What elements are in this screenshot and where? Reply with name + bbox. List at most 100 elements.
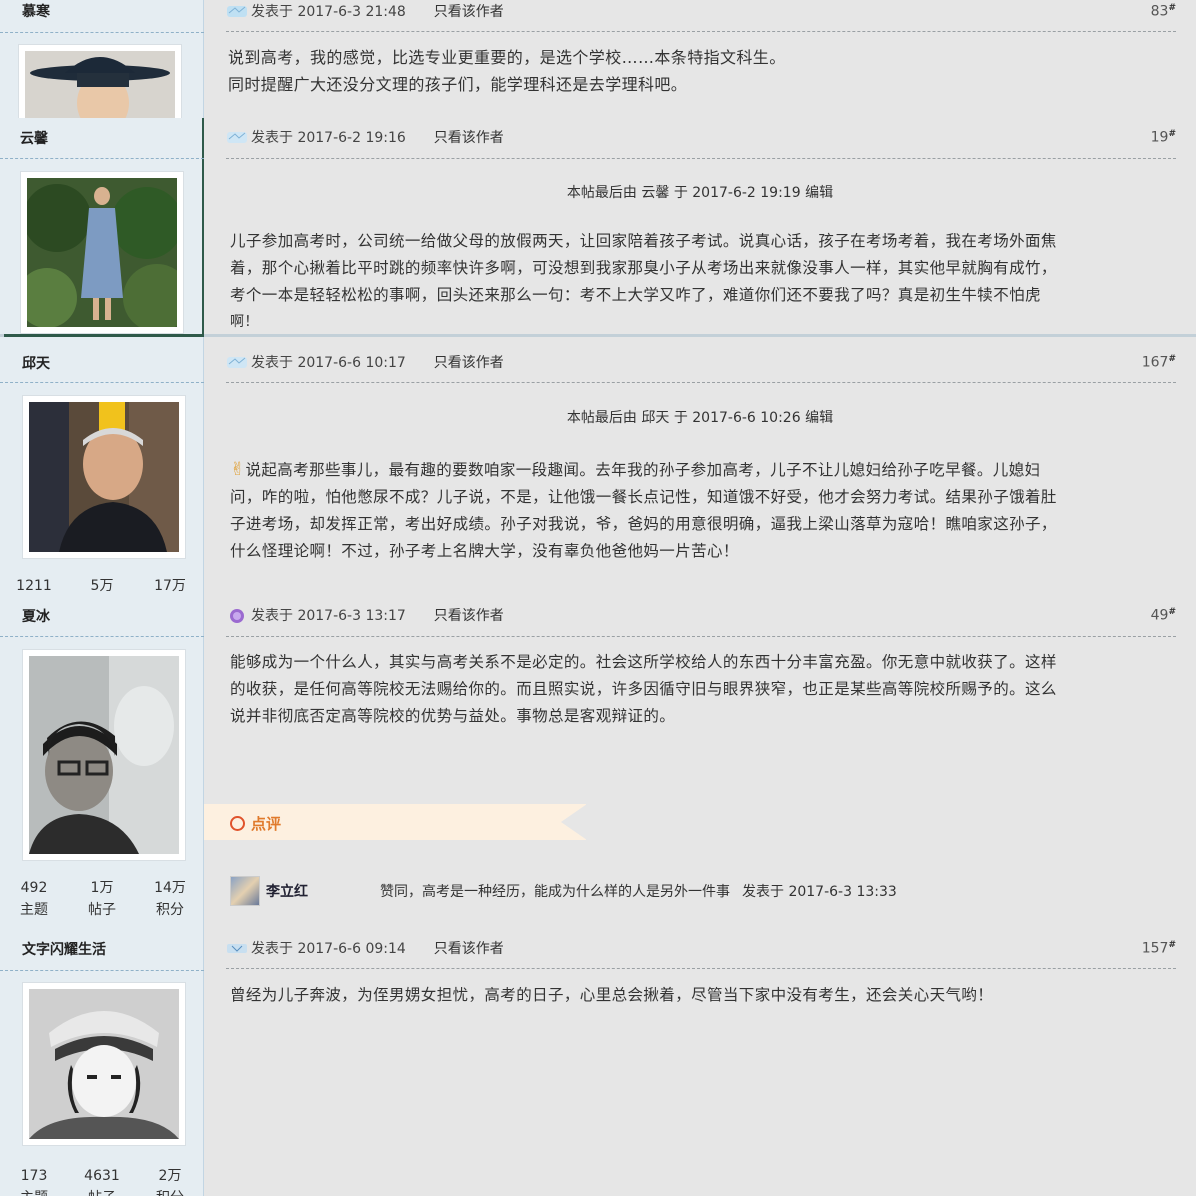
- stat-points[interactable]: 17万: [136, 575, 204, 597]
- divider: [226, 968, 1176, 969]
- ring-icon: [230, 816, 245, 831]
- post-body: 能够成为一个什么人，其实与高考关系不是必定的。社会这所学校给人的东西十分丰富充盈…: [230, 649, 1168, 730]
- avatar[interactable]: [20, 171, 184, 334]
- comment-date: 发表于 2017-6-3 13:33: [742, 884, 897, 900]
- post-content: 发表于 2017-6-3 21:48 只看该作者 83# 说到高考，我的感觉，比…: [204, 0, 1196, 118]
- username[interactable]: 夏冰: [22, 606, 50, 626]
- stat-label: 积分: [136, 1187, 204, 1196]
- divider: [0, 382, 204, 383]
- user-sidebar: 邱天 1211 5万 17万: [0, 337, 204, 597]
- comment-section: 点评 李立红 赞同，高考是一种经历，能成为什么样的人是另外一件事 发表于 201…: [204, 804, 1196, 924]
- post-body: 儿子参加高考时，公司统一给做父母的放假两天，让回家陪着孩子考试。说真心话，孩子在…: [230, 228, 1168, 334]
- avatar[interactable]: [22, 982, 186, 1146]
- avatar[interactable]: [22, 649, 186, 861]
- edited-notice: 本帖最后由 邱天 于 2017-6-6 10:26 编辑: [566, 410, 834, 426]
- avatar-photo: [29, 656, 179, 854]
- post-line: 儿子参加高考时，公司统一给做父母的放假两天，让回家陪着孩子考试。说真心话，孩子在…: [230, 232, 1057, 250]
- divider: [226, 31, 1176, 32]
- comment-text: 赞同，高考是一种经历，能成为什么样的人是另外一件事: [380, 884, 730, 900]
- stat-threads[interactable]: 1211: [0, 575, 68, 597]
- stat-points[interactable]: 2万积分: [136, 1165, 204, 1196]
- stat-label: 帖子: [88, 902, 116, 918]
- post-line: 考个一本是轻轻松松的事啊，回头还来那么一句：考不上大学又咋了，难道你们还不要我了…: [230, 286, 1041, 304]
- avatar[interactable]: [18, 44, 182, 118]
- post-date: 发表于 2017-6-6 09:14: [251, 941, 406, 957]
- post-2: 云馨 发表于 2017-6-2 19:16 只看该作者 19# 本帖最后由 云馨…: [0, 118, 1196, 334]
- post-content: 发表于 2017-6-6 09:14 只看该作者 157# 曾经为儿子奔波，为侄…: [204, 930, 1196, 1196]
- floor-number[interactable]: 167#: [1142, 354, 1176, 371]
- floor-number[interactable]: 49#: [1151, 607, 1176, 624]
- post-line: 子进考场，却发挥正常，考出好成绩。孙子对我说，爷，爸妈的用意很明确，逼我上梁山落…: [230, 515, 1057, 533]
- post-line: 什么怪理论啊！不过，孙子考上名牌大学，没有辜负他爸他妈一片苦心！: [230, 542, 739, 560]
- stat-label: 积分: [156, 902, 184, 918]
- post-line: 能够成为一个什么人，其实与高考关系不是必定的。社会这所学校给人的东西十分丰富充盈…: [230, 653, 1057, 671]
- username[interactable]: 文字闪耀生活: [22, 939, 106, 959]
- post-header: 发表于 2017-6-6 09:14 只看该作者 157#: [226, 936, 1176, 960]
- floor-number[interactable]: 83#: [1151, 3, 1176, 20]
- author-only-link[interactable]: 只看该作者: [434, 605, 504, 625]
- online-status-icon: [227, 944, 247, 953]
- post-line: 啊！: [230, 314, 259, 330]
- username[interactable]: 邱天: [22, 353, 50, 373]
- post-line: 问，咋的啦，怕他憋尿不成？儿子说，不是，让他饿一餐长点记性，知道饿不好受，他才会…: [230, 488, 1057, 506]
- divider: [226, 636, 1176, 637]
- divider: [226, 158, 1176, 159]
- divider: [0, 970, 204, 971]
- author-only-link[interactable]: 只看该作者: [434, 938, 504, 958]
- user-stats: 1211 5万 17万: [0, 575, 204, 597]
- author-only-link[interactable]: 只看该作者: [434, 1, 504, 21]
- post-content: 发表于 2017-6-2 19:16 只看该作者 19# 本帖最后由 云馨 于 …: [204, 118, 1196, 334]
- username[interactable]: 慕寒: [22, 1, 50, 21]
- user-sidebar: 云馨: [0, 118, 204, 334]
- user-stats: 173主题 4631帖子 2万积分: [0, 1165, 204, 1196]
- post-header: 发表于 2017-6-2 19:16 只看该作者 19#: [226, 125, 1176, 149]
- stat-posts[interactable]: 1万 帖子: [68, 877, 136, 921]
- post-3: 邱天 1211 5万 17万 发表于 2017-6-6 10:17 只看该作者 …: [0, 337, 1196, 597]
- post-line: 同时提醒广大还没分文理的孩子们，能学理科还是去学理科吧。: [228, 75, 688, 94]
- author-only-link[interactable]: 只看该作者: [434, 127, 504, 147]
- post-header: 发表于 2017-6-3 13:17 只看该作者 49#: [226, 603, 1176, 627]
- medal-icon: [230, 609, 244, 623]
- stat-posts[interactable]: 4631帖子: [68, 1165, 136, 1196]
- stat-threads[interactable]: 492 主题: [0, 877, 68, 921]
- edited-notice: 本帖最后由 云馨 于 2017-6-2 19:19 编辑: [566, 185, 834, 201]
- author-only-link[interactable]: 只看该作者: [434, 352, 504, 372]
- stat-threads[interactable]: 173主题: [0, 1165, 68, 1196]
- post-date: 发表于 2017-6-3 21:48: [251, 4, 406, 20]
- post-header: 发表于 2017-6-3 21:48 只看该作者 83#: [226, 0, 1176, 23]
- divider: [0, 158, 204, 159]
- stat-posts[interactable]: 5万: [68, 575, 136, 597]
- avatar-photo: [27, 178, 177, 327]
- username[interactable]: 云馨: [20, 128, 48, 148]
- post-date: 发表于 2017-6-3 13:17: [251, 608, 406, 624]
- floor-number[interactable]: 19#: [1151, 129, 1176, 146]
- avatar[interactable]: [22, 395, 186, 559]
- user-sidebar: 慕寒: [0, 0, 204, 118]
- post-date: 发表于 2017-6-2 19:16: [251, 130, 406, 146]
- post-header: 发表于 2017-6-6 10:17 只看该作者 167#: [226, 350, 1176, 374]
- post-line: ✌说起高考那些事儿，最有趣的要数咱家一段趣闻。去年我的孙子参加高考，儿子不让儿媳…: [230, 459, 1041, 480]
- post-4: 夏冰 492 主题 1万 帖子 14万 积分 发表于 2017-6-3 13:1…: [0, 597, 1196, 930]
- commenter-avatar[interactable]: [230, 876, 260, 906]
- post-line: 的收获，是任何高等院校无法赐给你的。而且照实说，许多因循守旧与眼界狭窄，也正是某…: [230, 680, 1057, 698]
- post-line: 说到高考，我的感觉，比选专业更重要的，是选个学校……本条特指文科生。: [228, 48, 786, 67]
- post-1: 慕寒 发表于 2017-6-3 21:48 只看该作者 83# 说到高考，我的感…: [0, 0, 1196, 118]
- user-sidebar: 夏冰 492 主题 1万 帖子 14万 积分: [0, 597, 204, 930]
- post-body: 曾经为儿子奔波，为侄男娚女担忧，高考的日子，心里总会揪着，尽管当下家中没有考生，…: [230, 982, 1168, 1009]
- post-line: 曾经为儿子奔波，为侄男娚女担忧，高考的日子，心里总会揪着，尽管当下家中没有考生，…: [230, 986, 994, 1004]
- commenter-name[interactable]: 李立红: [266, 881, 380, 901]
- online-status-icon: [227, 132, 247, 143]
- user-stats: 492 主题 1万 帖子 14万 积分: [0, 877, 204, 921]
- avatar-photo: [29, 402, 179, 552]
- divider: [0, 32, 204, 33]
- post-date: 发表于 2017-6-6 10:17: [251, 355, 406, 371]
- stat-label: 主题: [0, 1187, 68, 1196]
- floor-number[interactable]: 157#: [1142, 940, 1176, 957]
- stat-points[interactable]: 14万 积分: [136, 877, 204, 921]
- comment-tab[interactable]: 点评: [204, 804, 587, 840]
- post-content: 发表于 2017-6-3 13:17 只看该作者 49# 能够成为一个什么人，其…: [204, 597, 1196, 930]
- post-content: 发表于 2017-6-6 10:17 只看该作者 167# 本帖最后由 邱天 于…: [204, 337, 1196, 597]
- post-body: ✌说起高考那些事儿，最有趣的要数咱家一段趣闻。去年我的孙子参加高考，儿子不让儿媳…: [230, 456, 1168, 565]
- comment-item: 李立红 赞同，高考是一种经历，能成为什么样的人是另外一件事 发表于 2017-6…: [230, 876, 1168, 906]
- avatar-photo: [29, 989, 179, 1139]
